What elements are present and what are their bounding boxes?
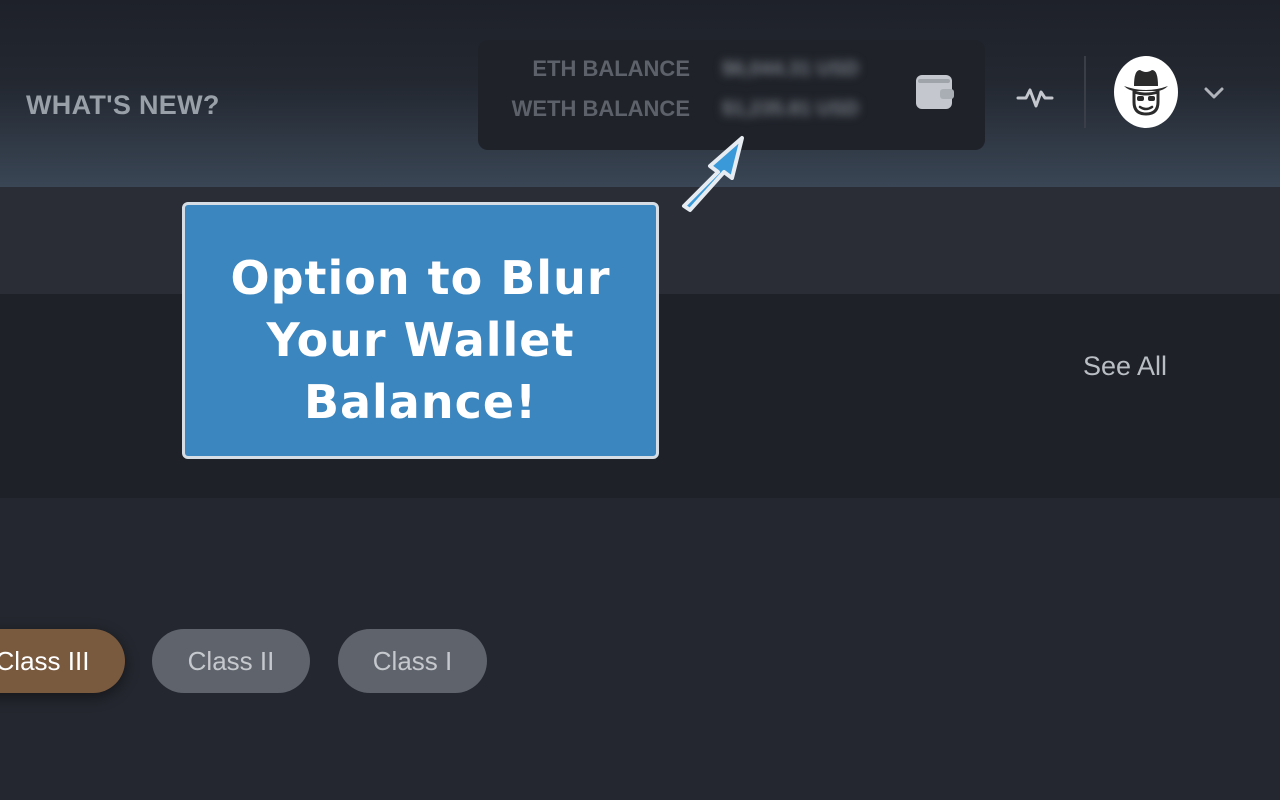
- callout-line: Option to Blur: [230, 251, 611, 305]
- eth-balance-label: ETH BALANCE: [532, 56, 690, 81]
- weth-balance-label: WETH BALANCE: [511, 96, 690, 121]
- annotation-callout: Option to Blur Your Wallet Balance!: [182, 202, 659, 459]
- activity-icon[interactable]: [1016, 80, 1054, 117]
- wallet-icon[interactable]: [914, 73, 956, 118]
- top-header: WHAT'S NEW? ETH BALANCE $6,044.31 USD WE…: [0, 0, 1280, 187]
- eth-balance-value: $6,044.31 USD: [722, 58, 859, 80]
- weth-balance-value: $1,235.81 USD: [722, 98, 859, 120]
- cowboy-icon: [1124, 70, 1168, 116]
- whats-new-link[interactable]: WHAT'S NEW?: [26, 90, 220, 121]
- cowboy-avatar[interactable]: [1114, 56, 1178, 128]
- callout-arrow-icon: [682, 136, 744, 212]
- chevron-down-icon[interactable]: [1202, 84, 1226, 107]
- callout-line: Your Wallet: [266, 313, 575, 367]
- callout-line: Balance!: [303, 375, 538, 429]
- class-filter-item[interactable]: Class II: [152, 629, 310, 693]
- header-divider: [1084, 56, 1086, 128]
- class-filter-item[interactable]: Class I: [338, 629, 487, 693]
- class-filter-active[interactable]: Class III: [0, 629, 125, 693]
- callout-text: Option to Blur Your Wallet Balance!: [185, 247, 656, 433]
- see-all-link[interactable]: See All: [1083, 351, 1167, 382]
